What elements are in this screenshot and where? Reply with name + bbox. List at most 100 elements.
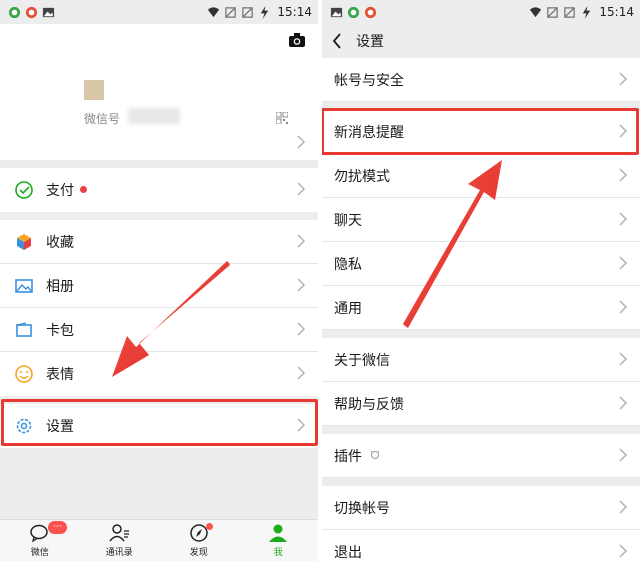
menu-item-label: 表情 bbox=[46, 367, 74, 383]
cube-icon bbox=[17, 233, 31, 250]
settings-group-plugins: 插件 bbox=[322, 434, 640, 478]
wifi-icon bbox=[530, 6, 542, 17]
settings-item-label: 通用 bbox=[334, 300, 362, 317]
tab-chats[interactable]: ··· 微信 bbox=[0, 520, 80, 561]
settings-item-label: 关于微信 bbox=[334, 352, 390, 369]
features-group: 收藏 相册 卡包 表情 bbox=[0, 220, 318, 396]
status-bar: 15:14 bbox=[0, 0, 318, 24]
settings-navbar: 设置 bbox=[322, 24, 640, 58]
settings-item-logout[interactable]: 退出 bbox=[322, 530, 640, 561]
page-title: 设置 bbox=[356, 34, 384, 50]
settings-item-chats[interactable]: 聊天 bbox=[322, 198, 640, 242]
tab-contacts[interactable]: 通讯录 bbox=[80, 520, 160, 561]
no-signal-icon bbox=[547, 6, 559, 18]
camera-icon[interactable] bbox=[288, 32, 306, 48]
smile-icon bbox=[15, 365, 33, 383]
notification-dot bbox=[205, 523, 213, 530]
photo-icon bbox=[15, 278, 33, 293]
settings-item-account-security[interactable]: 帐号与安全 bbox=[322, 58, 640, 102]
settings-group-account: 帐号与安全 bbox=[322, 58, 640, 102]
wechat-id-value-redacted bbox=[128, 108, 180, 124]
bottom-tab-bar: ··· 微信 通讯录 发现 我 bbox=[0, 519, 318, 561]
settings-highlight-box bbox=[1, 399, 318, 446]
settings-item-do-not-disturb[interactable]: 勿扰模式 bbox=[322, 154, 640, 198]
charging-icon bbox=[261, 5, 269, 19]
charging-icon bbox=[583, 5, 591, 19]
settings-item-label: 帮助与反馈 bbox=[334, 396, 404, 413]
chevron-right-icon bbox=[619, 212, 628, 226]
settings-group-logout: 切换帐号 退出 bbox=[322, 486, 640, 561]
pay-group: 支付 bbox=[0, 168, 318, 212]
notification-dot bbox=[80, 186, 87, 193]
settings-item-label: 帐号与安全 bbox=[334, 72, 404, 89]
app-notification-icon bbox=[347, 6, 360, 18]
tab-label: 我 bbox=[273, 548, 283, 558]
chevron-right-icon bbox=[619, 72, 628, 86]
settings-screen: 15:14 设置 帐号与安全 新消息提醒 勿扰模式 聊天 隐私 通用 关于微信 … bbox=[322, 0, 640, 561]
menu-item-cards[interactable]: 卡包 bbox=[0, 308, 318, 352]
app-notification-icon bbox=[25, 6, 38, 18]
pay-icon bbox=[15, 181, 33, 199]
tab-label: 通讯录 bbox=[105, 548, 133, 558]
chevron-right-icon bbox=[297, 366, 306, 380]
app-notification-icon bbox=[8, 6, 21, 18]
settings-item-privacy[interactable]: 隐私 bbox=[322, 242, 640, 286]
settings-item-help-feedback[interactable]: 帮助与反馈 bbox=[322, 382, 640, 426]
person-icon bbox=[269, 524, 288, 542]
tab-me[interactable]: 我 bbox=[239, 520, 319, 561]
card-icon bbox=[16, 321, 32, 337]
no-signal-icon bbox=[225, 6, 237, 18]
settings-item-label: 退出 bbox=[334, 544, 362, 561]
clock: 15:14 bbox=[599, 5, 634, 19]
menu-item-label: 相册 bbox=[46, 278, 74, 295]
image-notification-icon bbox=[42, 7, 55, 17]
plugin-alert-icon bbox=[370, 450, 380, 459]
settings-item-label: 插件 bbox=[334, 448, 362, 465]
chevron-right-icon bbox=[297, 135, 306, 149]
no-signal-icon bbox=[242, 6, 254, 18]
menu-item-label: 支付 bbox=[46, 183, 74, 199]
tab-discover[interactable]: 发现 bbox=[159, 520, 239, 561]
image-notification-icon bbox=[330, 7, 343, 17]
menu-item-favorites[interactable]: 收藏 bbox=[0, 220, 318, 264]
chevron-right-icon bbox=[619, 256, 628, 270]
settings-item-label: 隐私 bbox=[334, 256, 362, 273]
back-arrow-icon[interactable] bbox=[332, 32, 342, 50]
chevron-right-icon bbox=[619, 448, 628, 462]
chevron-right-icon bbox=[297, 278, 306, 292]
chevron-right-icon bbox=[619, 500, 628, 514]
no-signal-icon bbox=[564, 6, 576, 18]
menu-item-pay[interactable]: 支付 bbox=[0, 168, 318, 212]
chevron-right-icon bbox=[297, 182, 306, 196]
settings-item-label: 聊天 bbox=[334, 212, 362, 229]
menu-item-stickers[interactable]: 表情 bbox=[0, 352, 318, 396]
tab-label: 发现 bbox=[189, 548, 208, 558]
chevron-right-icon bbox=[619, 300, 628, 314]
me-screen: 15:14 微信号 支付 收藏 相册 卡包 表情 设置 ··· 微信 通讯录 发… bbox=[0, 0, 318, 561]
settings-item-about[interactable]: 关于微信 bbox=[322, 338, 640, 382]
contacts-icon bbox=[109, 524, 130, 542]
qr-code-icon[interactable] bbox=[276, 112, 288, 124]
status-bar: 15:14 bbox=[322, 0, 640, 24]
app-notification-icon bbox=[364, 6, 377, 18]
settings-group-about: 关于微信 帮助与反馈 bbox=[322, 338, 640, 426]
chevron-right-icon bbox=[619, 544, 628, 558]
menu-item-label: 收藏 bbox=[46, 234, 74, 251]
clock: 15:14 bbox=[277, 5, 312, 19]
profile-header[interactable]: 微信号 bbox=[0, 24, 318, 160]
menu-item-album[interactable]: 相册 bbox=[0, 264, 318, 308]
settings-item-label: 切换帐号 bbox=[334, 500, 390, 517]
chevron-right-icon bbox=[619, 352, 628, 366]
avatar[interactable] bbox=[84, 80, 104, 100]
settings-item-label: 勿扰模式 bbox=[334, 168, 390, 185]
tab-label: 微信 bbox=[30, 548, 49, 558]
chevron-right-icon bbox=[297, 234, 306, 248]
menu-item-label: 卡包 bbox=[46, 322, 74, 339]
settings-item-plugins[interactable]: 插件 bbox=[322, 434, 640, 478]
chevron-right-icon bbox=[297, 322, 306, 336]
wechat-id-label: 微信号 bbox=[84, 112, 121, 126]
wifi-icon bbox=[208, 6, 220, 17]
settings-item-switch-account[interactable]: 切换帐号 bbox=[322, 486, 640, 530]
chevron-right-icon bbox=[619, 396, 628, 410]
settings-item-general[interactable]: 通用 bbox=[322, 286, 640, 330]
